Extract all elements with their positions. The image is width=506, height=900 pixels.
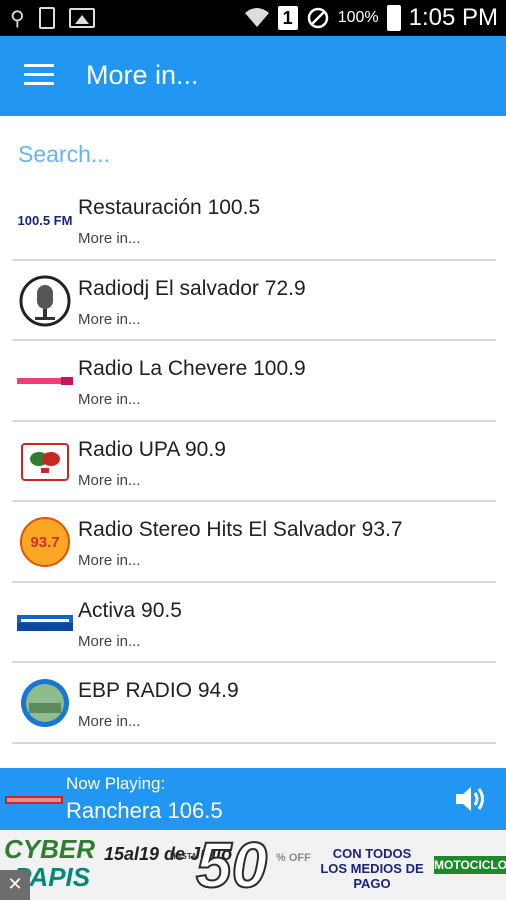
search-input[interactable] [14,136,494,172]
clock: 1:05 PM [408,4,498,31]
stereo-hits-logo-icon: 93.7 [20,517,70,567]
do-not-disturb-icon [307,7,328,29]
close-ad-icon[interactable]: ✕ [0,870,30,900]
now-playing-station: Ranchera 106.5 [66,798,223,823]
station-name: Radio UPA 90.9 [78,437,226,461]
upa-logo-icon [21,442,69,481]
station-logo [16,355,74,407]
station-name: Activa 90.5 [78,598,182,622]
station-name: Radio Stereo Hits El Salvador 93.7 [78,518,403,541]
station-logo: 100.5 FM [16,194,74,246]
search-bar [0,130,506,178]
ad-hasta: HASTA [170,852,197,861]
station-logo-text: 100.5 FM [17,212,73,228]
station-logo-text: 93.7 [30,533,60,551]
station-item-activa[interactable]: Activa 90.5 More in... [12,583,496,663]
battery-percent: 100% [337,9,379,26]
hamburger-menu-icon[interactable] [24,64,54,86]
station-name: EBP RADIO 94.9 [78,679,239,702]
now-playing-label: Now Playing: [66,774,166,793]
station-logo [16,436,74,488]
station-logo [16,275,74,327]
ebp-logo-icon [21,679,69,727]
status-right-icons: 1 100% 1:05 PM [244,4,498,32]
station-item-radiodj[interactable]: Radiodj El salvador 72.9 More in... [12,261,496,341]
sd-card-icon [38,7,55,29]
microphone-logo-icon [19,275,71,326]
ad-partner: MOTOCICLO [434,856,506,874]
status-bar: ⚲ 1 100% 1:05 PM [0,0,506,36]
volume-icon[interactable] [454,784,488,814]
station-name: Restauración 100.5 [78,196,261,219]
station-name: Radio La Chevere 100.9 [78,357,306,380]
station-subtitle: More in... [78,310,141,328]
sim-icon: 1 [277,6,298,30]
ad-discount: 50 [195,830,268,900]
image-icon [68,8,95,28]
station-item-upa[interactable]: Radio UPA 90.9 More in... [12,422,496,502]
page-title: More in... [86,60,199,90]
station-list: 100.5 FM Restauración 100.5 More in... R… [0,180,506,768]
battery-icon [386,5,401,31]
now-playing-logo [4,790,64,810]
station-item-la-chevere[interactable]: Radio La Chevere 100.9 More in... [12,341,496,422]
station-subtitle: More in... [78,632,141,650]
wifi-icon [244,8,269,27]
station-subtitle: More in... [78,713,141,730]
ad-off: % OFF [276,852,311,864]
activa-logo-icon [17,614,73,631]
station-item-restauracion[interactable]: 100.5 FM Restauración 100.5 More in... [12,180,496,261]
station-name: Radiodj El salvador 72.9 [78,276,306,300]
station-logo [16,597,74,649]
ad-payment-text: CON TODOS LOS MEDIOS DE PAGO [320,846,424,891]
ad-banner[interactable]: CYBER PAPIS 15al19 de Julio HASTA 50 % O… [0,830,506,900]
station-item-ebp[interactable]: EBP RADIO 94.9 More in... [12,663,496,744]
usb-icon: ⚲ [10,6,25,30]
status-left-icons: ⚲ [10,6,95,30]
station-logo: 93.7 [16,516,74,568]
station-logo [16,677,74,729]
app-toolbar: More in... [0,36,506,116]
station-subtitle: More in... [78,230,141,247]
ad-brand-line1: CYBER [4,834,96,864]
station-subtitle: More in... [78,552,141,569]
station-subtitle: More in... [78,391,141,408]
chevere-logo-icon [17,376,73,386]
now-playing-bar[interactable]: Now Playing: Ranchera 106.5 [0,768,506,830]
station-item-stereo-hits[interactable]: 93.7 Radio Stereo Hits El Salvador 93.7 … [12,502,496,583]
station-subtitle: More in... [78,471,141,489]
